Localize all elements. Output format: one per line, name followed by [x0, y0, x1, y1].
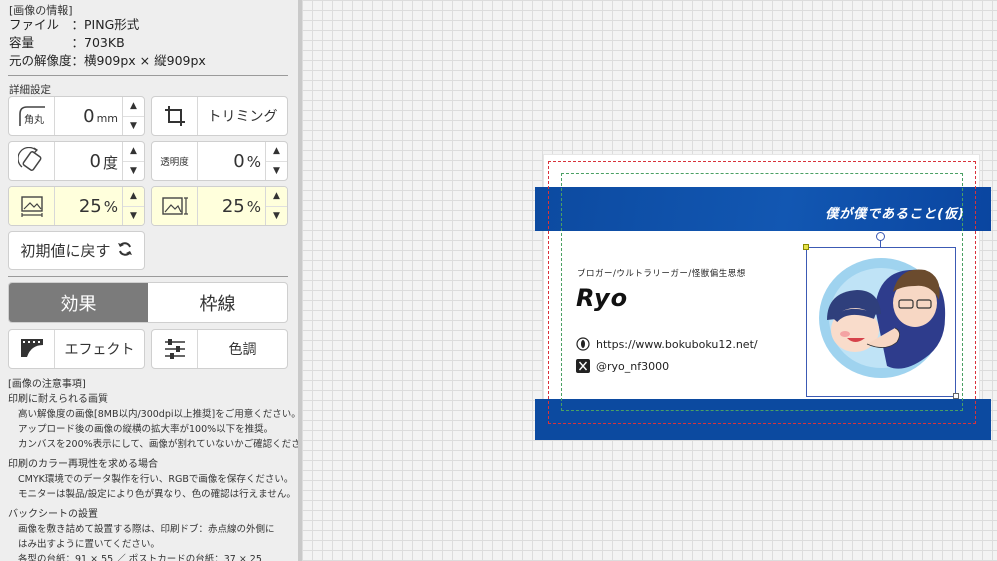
effect-border-tabs: 効果 枠線: [8, 282, 288, 323]
color-tone-label: 色調: [228, 342, 257, 358]
info-value: 703KB: [84, 35, 125, 50]
design-canvas[interactable]: 僕が僕であること(仮) ブロガー/ウルトラリーガー/怪獣偏生思想 Ryo htt…: [302, 0, 997, 561]
scale-height-value: 25: [221, 195, 245, 217]
properties-panel: [画像の情報] ファイル ：PING形式 容量 ：703KB 元の解像度：横90…: [0, 0, 298, 561]
info-key: 元の解像度：: [9, 53, 85, 68]
card-url-row[interactable]: https://www.bokuboku12.net/: [576, 337, 758, 351]
scale-width-input[interactable]: 25%: [55, 187, 122, 225]
info-key: 容量 ：: [9, 35, 85, 50]
corner-radius-field: 角丸 0 mm ▲ ▼: [8, 96, 145, 136]
rotate-input[interactable]: 0度: [55, 142, 122, 180]
step-up-icon[interactable]: ▲: [266, 142, 287, 162]
tab-effects[interactable]: 効果: [9, 283, 148, 322]
notes-heading: バックシートの設置: [8, 509, 98, 520]
reset-button[interactable]: 初期値に戻す: [8, 231, 145, 270]
notes-item: カンバスを200%表示にして、画像が割れていないかご確認ください。: [18, 439, 298, 450]
step-up-icon[interactable]: ▲: [123, 142, 144, 162]
card-twitter-row[interactable]: @ryo_nf3000: [576, 359, 669, 373]
corner-radius-value: 0: [83, 105, 95, 127]
effect-label: エフェクト: [64, 342, 135, 358]
card-name[interactable]: Ryo: [576, 284, 628, 312]
business-card[interactable]: 僕が僕であること(仮) ブロガー/ウルトラリーガー/怪獣偏生思想 Ryo htt…: [535, 155, 991, 440]
image-notes: [画像の注意事項] 印刷に耐えられる画質 高い解像度の画像[8MB以内/300d…: [8, 377, 298, 561]
trim-button[interactable]: トリミング: [151, 96, 288, 136]
card-subtitle[interactable]: ブロガー/ウルトラリーガー/怪獣偏生思想: [577, 267, 746, 279]
scale-height-unit: %: [246, 198, 261, 216]
rotate-icon: [9, 142, 55, 180]
opacity-field: 透明度 0% ▲ ▼: [151, 141, 288, 181]
step-down-icon[interactable]: ▼: [123, 162, 144, 181]
corner-radius-label: 角丸: [24, 113, 44, 126]
notes-item: 各型の台紙：91 × 55 ／ ポストカードの台紙：37 × 25: [18, 554, 262, 561]
divider: [8, 75, 288, 76]
corner-radius-unit: mm: [96, 111, 118, 125]
info-row-file: ファイル ：PING形式: [9, 17, 139, 33]
corner-radius-input[interactable]: 0 mm: [55, 97, 122, 135]
step-down-icon[interactable]: ▼: [123, 207, 144, 226]
scale-width-stepper: ▲ ▼: [122, 187, 144, 225]
opacity-stepper: ▲ ▼: [265, 142, 287, 180]
rotate-field: 0度 ▲ ▼: [8, 141, 145, 181]
step-up-icon[interactable]: ▲: [123, 187, 144, 207]
opacity-input[interactable]: 0%: [198, 142, 265, 180]
info-value: 横909px × 縦909px: [84, 53, 206, 68]
rotate-unit: 度: [102, 153, 118, 172]
step-down-icon[interactable]: ▼: [266, 162, 287, 181]
scale-width-field: 25% ▲ ▼: [8, 186, 145, 226]
reset-label: 初期値に戻す: [20, 242, 111, 260]
selected-photo[interactable]: [806, 247, 956, 397]
color-tone-button[interactable]: 色調: [151, 329, 288, 369]
scale-width-unit: %: [103, 198, 118, 216]
scale-width-icon: [9, 187, 55, 225]
info-value: PING形式: [84, 17, 140, 32]
opacity-unit: %: [246, 153, 261, 171]
scale-height-input[interactable]: 25%: [198, 187, 265, 225]
scale-width-value: 25: [78, 195, 102, 217]
step-down-icon[interactable]: ▼: [123, 117, 144, 136]
details-title: 詳細設定: [9, 84, 51, 96]
sliders-icon: [152, 330, 198, 368]
refresh-icon: [117, 241, 133, 261]
notes-item: はみ出すように置いてください。: [18, 539, 160, 550]
step-down-icon[interactable]: ▼: [266, 207, 287, 226]
rotate-stepper: ▲ ▼: [122, 142, 144, 180]
scale-height-field: 25% ▲ ▼: [151, 186, 288, 226]
opacity-value: 0: [233, 150, 245, 172]
rotate-value: 0: [89, 150, 101, 172]
blog-icon: [576, 337, 590, 351]
illustration-image: [819, 258, 946, 378]
notes-item: 高い解像度の画像[8MB以内/300dpi以上推奨]をご用意ください。: [18, 409, 298, 420]
step-up-icon[interactable]: ▲: [123, 97, 144, 117]
step-up-icon[interactable]: ▲: [266, 187, 287, 207]
notes-heading: 印刷に耐えられる画質: [8, 394, 108, 405]
resize-handle-top-left[interactable]: [803, 244, 809, 250]
info-key: ファイル ：: [9, 17, 85, 32]
effect-button[interactable]: エフェクト: [8, 329, 145, 369]
info-row-size: 容量 ：703KB: [9, 35, 125, 51]
opacity-label: 透明度: [160, 157, 189, 168]
opacity-label-cell: 透明度: [152, 142, 198, 180]
notes-item: CMYK環境でのデータ製作を行い、RGBで画像を保存ください。: [18, 474, 294, 485]
resize-handle-bottom-right[interactable]: [953, 393, 959, 399]
notes-item: アップロード後の画像の縦横の拡大率が100%以下を推奨。: [18, 424, 274, 435]
corner-radius-stepper: ▲ ▼: [122, 97, 144, 135]
rotation-handle[interactable]: [876, 232, 885, 241]
scale-height-stepper: ▲ ▼: [265, 187, 287, 225]
corner-radius-icon: 角丸: [9, 97, 55, 135]
notes-item: 画像を敷き詰めて設置する際は、印刷ドブ：赤点線の外側に: [18, 524, 275, 535]
trim-label: トリミング: [207, 109, 278, 125]
notes-heading: 印刷のカラー再現性を求める場合: [8, 459, 158, 470]
tab-border[interactable]: 枠線: [148, 283, 287, 322]
notes-item: モニターは製品/設定により色が異なり、色の確認は行えません。: [18, 489, 296, 500]
card-twitter: @ryo_nf3000: [596, 359, 670, 373]
divider: [8, 276, 288, 277]
info-row-resolution: 元の解像度：横909px × 縦909px: [9, 53, 206, 69]
film-effect-icon: [9, 330, 55, 368]
scale-height-icon: [152, 187, 198, 225]
notes-title: [画像の注意事項]: [8, 379, 86, 390]
crop-icon: [152, 97, 198, 135]
x-logo-icon: [576, 359, 590, 373]
card-url: https://www.bokuboku12.net/: [596, 337, 758, 351]
image-info-title: [画像の情報]: [9, 4, 73, 17]
